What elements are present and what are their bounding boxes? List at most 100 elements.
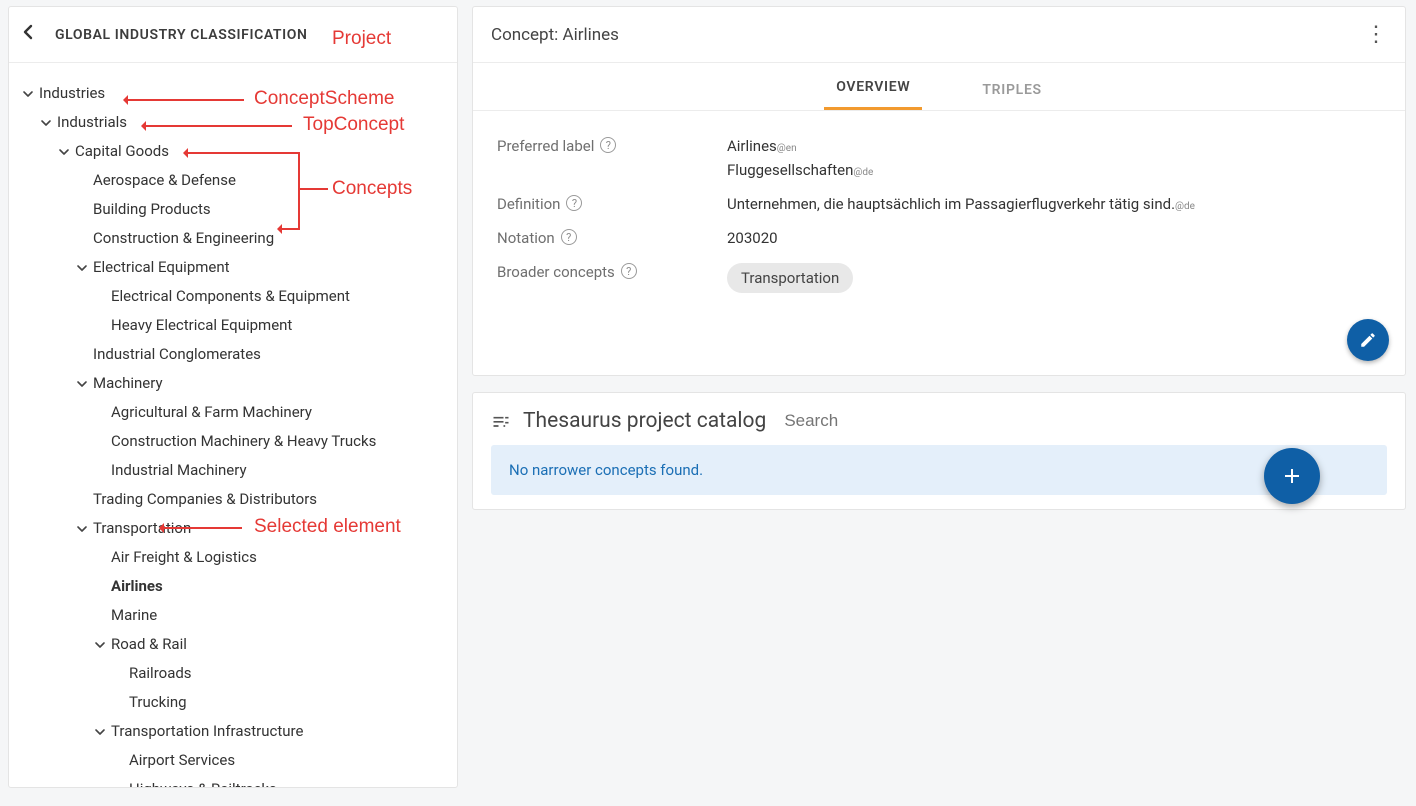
tree-item-label: Airlines: [109, 576, 163, 597]
arrow-conceptscheme: [126, 99, 244, 101]
tree-item[interactable]: Construction Machinery & Heavy Trucks: [91, 427, 451, 456]
broader-chip[interactable]: Transportation: [727, 263, 853, 293]
tree-item[interactable]: Industrials: [37, 108, 451, 137]
tree-item-label: Industries: [37, 83, 105, 104]
tree-item[interactable]: Electrical Components & Equipment: [91, 282, 451, 311]
label-preferred-text: Preferred label: [497, 137, 594, 155]
arrow-selected: [162, 527, 242, 529]
tree-item-label: Machinery: [91, 373, 163, 394]
tree-item[interactable]: Transportation Infrastructure: [91, 717, 451, 746]
tree-item[interactable]: Airlines: [91, 572, 451, 601]
concept-tree[interactable]: Industries Industrials Capital Goods Aerosp…: [9, 63, 457, 787]
catalog-title: Thesaurus project catalog: [523, 409, 766, 433]
tree-item-label: Construction & Engineering: [91, 228, 274, 249]
tree-item[interactable]: Industries: [19, 79, 451, 108]
label-broader: Broader concepts ?: [497, 263, 727, 293]
arrow-concepts-vert: [298, 152, 300, 228]
tree-item-label: Construction Machinery & Heavy Trucks: [109, 431, 376, 452]
tree-item[interactable]: Transportation: [73, 514, 451, 543]
arrow-concepts-branch: [298, 188, 328, 190]
tree-item[interactable]: Agricultural & Farm Machinery: [91, 398, 451, 427]
label-preferred: Preferred label ?: [497, 137, 727, 179]
chevron-down-icon[interactable]: [37, 117, 55, 129]
tree-item[interactable]: Railroads: [109, 659, 451, 688]
tree-item[interactable]: Industrial Conglomerates: [73, 340, 451, 369]
row-broader: Broader concepts ? Transportation: [497, 255, 1381, 301]
concept-card: Concept: Airlines ⋮ OVERVIEW TRIPLES Pre…: [472, 6, 1406, 376]
tree-item-label: Transportation Infrastructure: [109, 721, 303, 742]
row-definition: Definition ? Unternehmen, die hauptsächl…: [497, 187, 1381, 221]
label-notation: Notation ?: [497, 229, 727, 247]
tree-item-label: Airport Services: [127, 750, 235, 771]
tree-item[interactable]: Construction & Engineering: [73, 224, 451, 253]
tab-overview[interactable]: OVERVIEW: [824, 65, 922, 110]
concept-header: Concept: Airlines ⋮: [473, 7, 1405, 63]
tree-item[interactable]: Trading Companies & Distributors: [73, 485, 451, 514]
tree-item-label: Road & Rail: [109, 634, 187, 655]
tree-item[interactable]: Aerospace & Defense: [73, 166, 451, 195]
label-broader-text: Broader concepts: [497, 263, 615, 281]
preflabel-0: Airlines: [727, 137, 777, 155]
label-notation-text: Notation: [497, 229, 555, 247]
help-icon[interactable]: ?: [566, 195, 582, 211]
definition-text: Unternehmen, die hauptsächlich im Passag…: [727, 195, 1175, 213]
tree-item[interactable]: Industrial Machinery: [91, 456, 451, 485]
tree-item-label: Electrical Equipment: [91, 257, 230, 278]
help-icon[interactable]: ?: [621, 263, 637, 279]
value-preferred: Airlines@en Fluggesellschaften@de: [727, 137, 1381, 179]
label-definition: Definition ?: [497, 195, 727, 213]
tree-item[interactable]: Marine: [91, 601, 451, 630]
overview-panel: Preferred label ? Airlines@en Fluggesell…: [473, 111, 1405, 329]
tab-triples[interactable]: TRIPLES: [970, 68, 1053, 110]
row-notation: Notation ? 203020: [497, 221, 1381, 255]
preflabel-0-lang: @en: [777, 143, 797, 154]
preflabel-1: Fluggesellschaften: [727, 161, 853, 179]
arrow-concepts-top: [186, 152, 300, 154]
arrow-topconcept: [144, 125, 292, 127]
tree-item-label: Trucking: [127, 692, 187, 713]
edit-button[interactable]: [1347, 319, 1389, 361]
back-icon[interactable]: [23, 24, 33, 45]
tree-item-label: Trading Companies & Distributors: [91, 489, 317, 510]
tree-item[interactable]: Air Freight & Logistics: [91, 543, 451, 572]
chevron-down-icon[interactable]: [55, 146, 73, 158]
add-button[interactable]: [1264, 448, 1320, 504]
tree-item-label: Highways & Railtracks: [127, 779, 277, 787]
catalog-header: Thesaurus project catalog: [473, 393, 1405, 445]
tree-item[interactable]: Heavy Electrical Equipment: [91, 311, 451, 340]
catalog-search-input[interactable]: [778, 407, 1387, 435]
value-notation: 203020: [727, 229, 1381, 247]
chevron-down-icon[interactable]: [91, 639, 109, 651]
preflabel-1-lang: @de: [853, 167, 873, 178]
chevron-down-icon[interactable]: [73, 378, 91, 390]
tree-item-label: Industrial Conglomerates: [91, 344, 261, 365]
tree-item[interactable]: Airport Services: [109, 746, 451, 775]
tree-item[interactable]: Trucking: [109, 688, 451, 717]
tune-icon[interactable]: [491, 411, 511, 431]
tabs: OVERVIEW TRIPLES: [473, 63, 1405, 111]
tree-item[interactable]: Highways & Railtracks: [109, 775, 451, 787]
tree-item-label: Air Freight & Logistics: [109, 547, 257, 568]
chevron-down-icon[interactable]: [19, 88, 37, 100]
sidebar-panel: GLOBAL INDUSTRY CLASSIFICATION Industrie…: [8, 6, 458, 788]
tree-item[interactable]: Building Products: [73, 195, 451, 224]
chevron-down-icon[interactable]: [73, 262, 91, 274]
help-icon[interactable]: ?: [561, 229, 577, 245]
tree-item-label: Industrials: [55, 112, 127, 133]
more-icon[interactable]: ⋮: [1365, 24, 1387, 46]
tree-item[interactable]: Road & Rail: [91, 630, 451, 659]
tree-item-label: Heavy Electrical Equipment: [109, 315, 292, 336]
tree-item-label: Marine: [109, 605, 157, 626]
definition-lang: @de: [1175, 201, 1195, 212]
chevron-down-icon[interactable]: [73, 523, 91, 535]
chevron-down-icon[interactable]: [91, 726, 109, 738]
arrow-concepts-bottom: [280, 228, 300, 230]
catalog-empty-message: No narrower concepts found.: [491, 445, 1387, 495]
tree-item-label: Building Products: [91, 199, 211, 220]
value-definition: Unternehmen, die hauptsächlich im Passag…: [727, 195, 1381, 213]
tree-item-label: Capital Goods: [73, 141, 169, 162]
tree-item[interactable]: Machinery: [73, 369, 451, 398]
tree-item[interactable]: Electrical Equipment: [73, 253, 451, 282]
row-preferred-label: Preferred label ? Airlines@en Fluggesell…: [497, 129, 1381, 187]
help-icon[interactable]: ?: [600, 137, 616, 153]
